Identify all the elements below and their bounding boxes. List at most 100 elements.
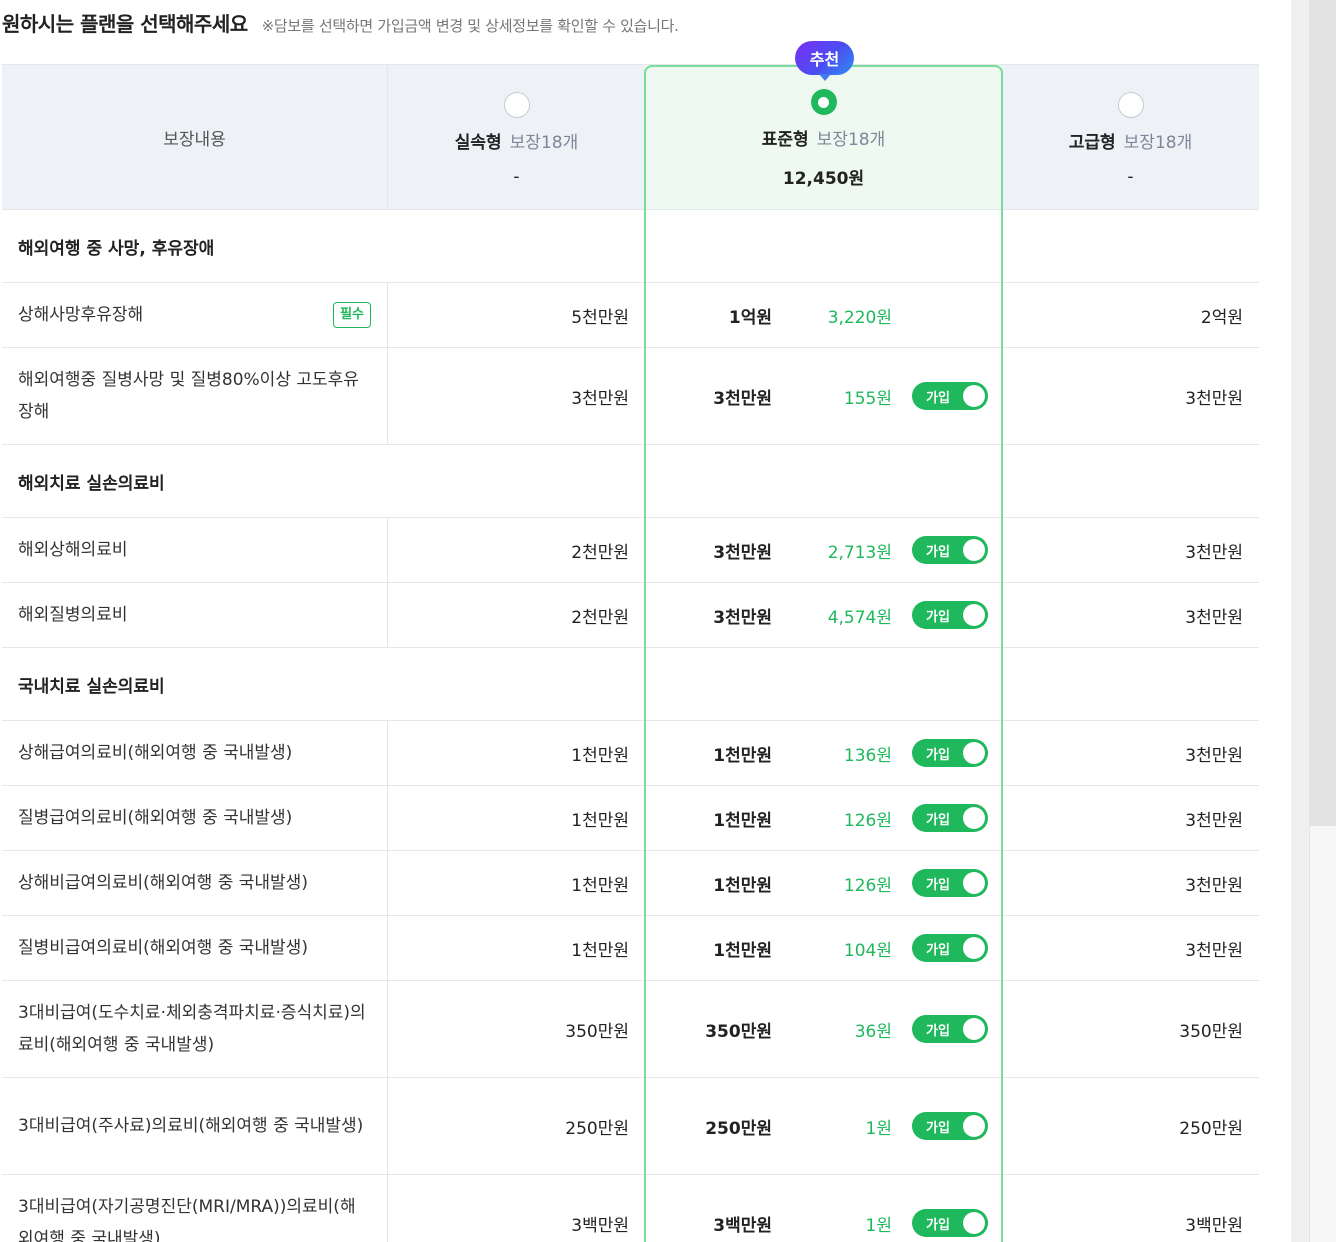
join-toggle[interactable]: 가입	[912, 804, 988, 832]
basic-amount: 1천만원	[571, 875, 629, 896]
plan-price: 12,450원	[782, 169, 865, 189]
premium-amount: 3천만원	[1185, 745, 1243, 766]
coverage-name: 해외상해의료비	[18, 540, 128, 560]
standard-fee: 104원	[843, 940, 892, 961]
table-row: 질병비급여의료비(해외여행 중 국내발생) 1천만원 1천만원 104원 가입 …	[2, 916, 1259, 981]
premium-amount: 3천만원	[1185, 607, 1243, 628]
table-row: 상해사망후유장해 필수 5천만원 1억원 3,220원 2억원	[2, 283, 1259, 348]
page-scrollbar-thumb[interactable]	[1310, 0, 1336, 826]
plan-count: 보장18개	[1123, 132, 1193, 153]
toggle-label: 가입	[926, 609, 950, 625]
toggle-knob	[963, 872, 985, 894]
toggle-label: 가입	[926, 390, 950, 406]
plan-radio-basic[interactable]	[503, 91, 530, 118]
standard-amount: 1억원	[728, 307, 772, 328]
join-toggle[interactable]: 가입	[912, 382, 988, 410]
standard-cell: 1천만원 136원 가입	[645, 721, 1002, 785]
section-title: 해외치료 실손의료비	[2, 445, 1259, 518]
coverage-cell[interactable]: 해외질병의료비	[2, 583, 388, 647]
coverage-cell[interactable]: 3대비급여(자기공명진단(MRI/MRA))의료비(해외여행 중 국내발생)	[2, 1175, 388, 1242]
coverage-cell[interactable]: 질병급여의료비(해외여행 중 국내발생)	[2, 786, 388, 850]
coverage-cell[interactable]: 질병비급여의료비(해외여행 중 국내발생)	[2, 916, 388, 980]
toggle-knob	[963, 539, 985, 561]
plan-column-basic[interactable]: 실속형 보장18개 -	[388, 65, 645, 209]
coverage-header: 보장내용	[2, 65, 388, 209]
section-title: 해외여행 중 사망, 후유장애	[2, 210, 1259, 283]
table-row: 3대비급여(도수치료·체외충격파치료·증식치료)의료비(해외여행 중 국내발생)…	[2, 981, 1259, 1078]
plan-price: -	[513, 166, 520, 187]
coverage-cell[interactable]: 상해비급여의료비(해외여행 중 국내발생)	[2, 851, 388, 915]
basic-amount: 250만원	[565, 1118, 629, 1139]
toggle-label: 가입	[926, 1217, 950, 1233]
toggle-knob	[963, 807, 985, 829]
premium-amount: 2억원	[1200, 307, 1243, 328]
standard-fee: 2,713원	[827, 542, 892, 563]
toggle-knob	[963, 385, 985, 407]
standard-cell: 3백만원 1원 가입	[645, 1175, 1002, 1242]
standard-amount: 250만원	[705, 1118, 772, 1139]
coverage-name: 상해급여의료비(해외여행 중 국내발생)	[18, 743, 293, 763]
coverage-cell[interactable]: 해외여행중 질병사망 및 질병80%이상 고도후유장해	[2, 348, 388, 444]
plan-radio-premium[interactable]	[1117, 91, 1144, 118]
coverage-name: 해외질병의료비	[18, 605, 128, 625]
standard-amount: 350만원	[705, 1021, 772, 1042]
join-toggle[interactable]: 가입	[912, 1112, 988, 1140]
join-toggle[interactable]: 가입	[912, 1015, 988, 1043]
table-row: 해외여행중 질병사망 및 질병80%이상 고도후유장해 3천만원 3천만원 15…	[2, 348, 1259, 445]
coverage-cell[interactable]: 해외상해의료비	[2, 518, 388, 582]
basic-amount: 1천만원	[571, 810, 629, 831]
plan-radio-standard[interactable]	[810, 89, 837, 115]
coverage-cell[interactable]: 3대비급여(주사료)의료비(해외여행 중 국내발생)	[2, 1078, 388, 1174]
standard-fee: 36원	[854, 1021, 892, 1042]
standard-cell: 1천만원 126원 가입	[645, 786, 1002, 850]
toggle-label: 가입	[926, 942, 950, 958]
toggle-knob	[963, 604, 985, 626]
inner-scrollbar[interactable]	[1291, 0, 1309, 1242]
join-toggle[interactable]: 가입	[912, 934, 988, 962]
join-toggle[interactable]: 가입	[912, 536, 988, 564]
plan-column-premium[interactable]: 고급형 보장18개 -	[1002, 65, 1259, 209]
toggle-knob	[963, 937, 985, 959]
basic-amount: 3천만원	[571, 388, 629, 409]
plan-column-standard[interactable]: 표준형 보장18개 12,450원	[645, 65, 1002, 209]
table-row: 상해급여의료비(해외여행 중 국내발생) 1천만원 1천만원 136원 가입 3…	[2, 721, 1259, 786]
basic-amount: 1천만원	[571, 745, 629, 766]
coverage-name: 질병급여의료비(해외여행 중 국내발생)	[18, 808, 293, 828]
table-row: 해외질병의료비 2천만원 3천만원 4,574원 가입 3천만원	[2, 583, 1259, 648]
plan-count: 보장18개	[816, 130, 886, 150]
join-toggle[interactable]: 가입	[912, 869, 988, 897]
page-title: 원하시는 플랜을 선택해주세요	[2, 12, 248, 36]
join-toggle[interactable]: 가입	[912, 739, 988, 767]
standard-amount: 1천만원	[713, 875, 772, 896]
standard-cell: 1억원 3,220원	[645, 283, 1002, 347]
basic-amount: 5천만원	[571, 307, 629, 328]
basic-amount: 3백만원	[571, 1215, 629, 1236]
coverage-name: 3대비급여(주사료)의료비(해외여행 중 국내발생)	[18, 1116, 364, 1136]
recommended-badge: 추천	[795, 41, 854, 81]
basic-amount: 1천만원	[571, 940, 629, 961]
required-badge: 필수	[333, 302, 371, 328]
premium-amount: 3천만원	[1185, 940, 1243, 961]
coverage-name: 3대비급여(자기공명진단(MRI/MRA))의료비(해외여행 중 국내발생)	[18, 1197, 356, 1242]
standard-cell: 350만원 36원 가입	[645, 981, 1002, 1077]
join-toggle[interactable]: 가입	[912, 1209, 988, 1237]
premium-amount: 250만원	[1179, 1118, 1243, 1139]
toggle-label: 가입	[926, 812, 950, 828]
join-toggle[interactable]: 가입	[912, 601, 988, 629]
toggle-label: 가입	[926, 877, 950, 893]
coverage-cell[interactable]: 3대비급여(도수치료·체외충격파치료·증식치료)의료비(해외여행 중 국내발생)	[2, 981, 388, 1077]
premium-amount: 350만원	[1179, 1021, 1243, 1042]
toggle-knob	[963, 742, 985, 764]
toggle-label: 가입	[926, 1120, 950, 1136]
standard-fee: 155원	[843, 388, 892, 409]
toggle-label: 가입	[926, 747, 950, 763]
premium-amount: 3천만원	[1185, 542, 1243, 563]
premium-amount: 3백만원	[1185, 1215, 1243, 1236]
coverage-name: 해외여행중 질병사망 및 질병80%이상 고도후유장해	[18, 370, 359, 422]
coverage-cell[interactable]: 상해사망후유장해 필수	[2, 283, 388, 347]
coverage-cell[interactable]: 상해급여의료비(해외여행 중 국내발생)	[2, 721, 388, 785]
plan-comparison-table: 보장내용 실속형 보장18개 - 표준형 보장18개 12,450원 고급형 보장18…	[2, 64, 1259, 1242]
standard-fee: 126원	[843, 810, 892, 831]
table-row: 3대비급여(주사료)의료비(해외여행 중 국내발생) 250만원 250만원 1…	[2, 1078, 1259, 1175]
standard-fee: 1원	[865, 1118, 892, 1139]
